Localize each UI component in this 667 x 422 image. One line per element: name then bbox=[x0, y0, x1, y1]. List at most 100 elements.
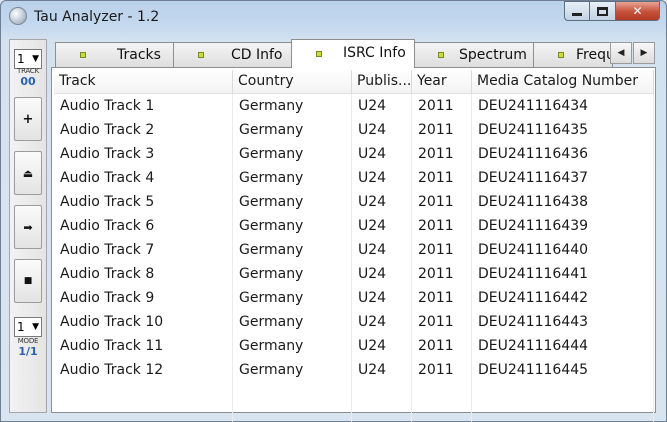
empty-cell bbox=[233, 406, 352, 422]
cell-track: Audio Track 7 bbox=[54, 238, 233, 262]
track-select-value: 1 bbox=[17, 52, 25, 66]
cell-publisher: U24 bbox=[352, 238, 412, 262]
cell-year: 2011 bbox=[412, 358, 472, 382]
track-select[interactable]: 1 ▼ bbox=[14, 49, 42, 69]
play-button[interactable]: ➡ bbox=[14, 205, 42, 249]
minimize-icon bbox=[572, 12, 582, 16]
table-row[interactable]: Audio Track 6 Germany U24 2011 DEU241116439 bbox=[54, 214, 654, 238]
tab-label: Tracks bbox=[117, 47, 161, 63]
tab-tracks[interactable]: Tracks bbox=[55, 42, 175, 67]
cell-catalog-number: DEU241116434 bbox=[472, 94, 654, 118]
stop-button[interactable]: ■ bbox=[14, 259, 42, 303]
cell-track: Audio Track 12 bbox=[54, 358, 233, 382]
mode-caption: MODE bbox=[17, 337, 39, 345]
close-button[interactable]: ✕ bbox=[616, 1, 660, 21]
cell-publisher: U24 bbox=[352, 214, 412, 238]
cell-year: 2011 bbox=[412, 310, 472, 334]
table-row[interactable]: Audio Track 8 Germany U24 2011 DEU241116441 bbox=[54, 262, 654, 286]
cell-track: Audio Track 2 bbox=[54, 118, 233, 142]
table-row[interactable]: Audio Track 2 Germany U24 2011 DEU241116435 bbox=[54, 118, 654, 142]
tab-indicator-icon bbox=[198, 52, 204, 58]
cell-country: Germany bbox=[233, 358, 352, 382]
cell-year: 2011 bbox=[412, 166, 472, 190]
tab-cd-info[interactable]: CD Info bbox=[173, 42, 293, 67]
cell-country: Germany bbox=[233, 310, 352, 334]
table-row[interactable]: Audio Track 9 Germany U24 2011 DEU241116442 bbox=[54, 286, 654, 310]
chevron-left-icon: ◀ bbox=[617, 48, 625, 58]
cell-catalog-number: DEU241116441 bbox=[472, 262, 654, 286]
cell-year: 2011 bbox=[412, 214, 472, 238]
cell-publisher: U24 bbox=[352, 310, 412, 334]
cell-catalog-number: DEU241116439 bbox=[472, 214, 654, 238]
tab-spectrum[interactable]: Spectrum bbox=[413, 42, 535, 67]
cell-publisher: U24 bbox=[352, 286, 412, 310]
empty-cell bbox=[352, 406, 412, 422]
column-header-track[interactable]: Track bbox=[54, 70, 233, 94]
table-row[interactable]: Audio Track 3 Germany U24 2011 DEU241116436 bbox=[54, 142, 654, 166]
title-bar[interactable]: Tau Analyzer - 1.2 ✕ bbox=[1, 1, 666, 31]
mode-select-value: 1 bbox=[17, 320, 25, 334]
cell-track: Audio Track 8 bbox=[54, 262, 233, 286]
play-icon: ➡ bbox=[23, 220, 33, 234]
table-row[interactable]: Audio Track 4 Germany U24 2011 DEU241116437 bbox=[54, 166, 654, 190]
empty-row bbox=[54, 382, 654, 406]
cell-country: Germany bbox=[233, 166, 352, 190]
tab-isrc-info[interactable]: ISRC Info bbox=[291, 39, 415, 68]
add-button[interactable]: + bbox=[14, 97, 42, 141]
empty-cell bbox=[472, 382, 654, 406]
cell-country: Germany bbox=[233, 334, 352, 358]
cell-catalog-number: DEU241116443 bbox=[472, 310, 654, 334]
column-header-catalog-number[interactable]: Media Catalog Number bbox=[472, 70, 654, 94]
empty-cell bbox=[472, 406, 654, 422]
cell-track: Audio Track 3 bbox=[54, 142, 233, 166]
tab-scroll-right-button[interactable]: ▶ bbox=[633, 42, 655, 64]
table-row[interactable]: Audio Track 11 Germany U24 2011 DEU241116444 bbox=[54, 334, 654, 358]
cell-track: Audio Track 9 bbox=[54, 286, 233, 310]
cell-track: Audio Track 11 bbox=[54, 334, 233, 358]
app-icon[interactable] bbox=[9, 7, 27, 25]
eject-button[interactable]: ⏏ bbox=[14, 151, 42, 195]
stop-icon: ■ bbox=[23, 276, 33, 286]
track-caption: TRACK bbox=[17, 67, 39, 75]
cell-year: 2011 bbox=[412, 118, 472, 142]
cell-publisher: U24 bbox=[352, 334, 412, 358]
eject-icon: ⏏ bbox=[22, 166, 34, 180]
empty-cell bbox=[233, 382, 352, 406]
tab-scroll-left-button[interactable]: ◀ bbox=[610, 42, 632, 64]
table-row[interactable]: Audio Track 1 Germany U24 2011 DEU241116434 bbox=[54, 94, 654, 118]
chevron-down-icon: ▼ bbox=[32, 54, 39, 64]
cell-year: 2011 bbox=[412, 334, 472, 358]
table-row[interactable]: Audio Track 7 Germany U24 2011 DEU241116440 bbox=[54, 238, 654, 262]
mode-display: 1/1 bbox=[18, 345, 38, 358]
tab-frequency[interactable]: Frequ bbox=[533, 42, 613, 67]
table-row[interactable]: Audio Track 5 Germany U24 2011 DEU241116438 bbox=[54, 190, 654, 214]
minimize-button[interactable] bbox=[564, 1, 590, 21]
cell-catalog-number: DEU241116440 bbox=[472, 238, 654, 262]
table-row[interactable]: Audio Track 12 Germany U24 2011 DEU241116445 bbox=[54, 358, 654, 382]
cell-publisher: U24 bbox=[352, 262, 412, 286]
cell-catalog-number: DEU241116444 bbox=[472, 334, 654, 358]
table-header: Track Country Publis... Year Media Catal… bbox=[54, 70, 654, 94]
maximize-button[interactable] bbox=[590, 1, 616, 21]
empty-cell bbox=[352, 382, 412, 406]
cell-country: Germany bbox=[233, 262, 352, 286]
cell-country: Germany bbox=[233, 94, 352, 118]
cell-year: 2011 bbox=[412, 262, 472, 286]
plus-icon: + bbox=[22, 111, 34, 127]
column-header-year[interactable]: Year bbox=[412, 70, 472, 94]
cell-catalog-number: DEU241116436 bbox=[472, 142, 654, 166]
column-header-publisher[interactable]: Publis... bbox=[352, 70, 412, 94]
window-title: Tau Analyzer - 1.2 bbox=[34, 9, 160, 25]
empty-cell bbox=[412, 406, 472, 422]
cell-country: Germany bbox=[233, 238, 352, 262]
empty-cell bbox=[412, 382, 472, 406]
tab-label: ISRC Info bbox=[343, 45, 406, 61]
tab-label: CD Info bbox=[231, 47, 283, 63]
close-icon: ✕ bbox=[632, 4, 643, 18]
table-row[interactable]: Audio Track 10 Germany U24 2011 DEU241116443 bbox=[54, 310, 654, 334]
mode-select[interactable]: 1 ▼ bbox=[14, 317, 42, 337]
cell-country: Germany bbox=[233, 118, 352, 142]
column-header-country[interactable]: Country bbox=[233, 70, 352, 94]
cell-publisher: U24 bbox=[352, 358, 412, 382]
track-number-display: 00 bbox=[20, 75, 36, 88]
